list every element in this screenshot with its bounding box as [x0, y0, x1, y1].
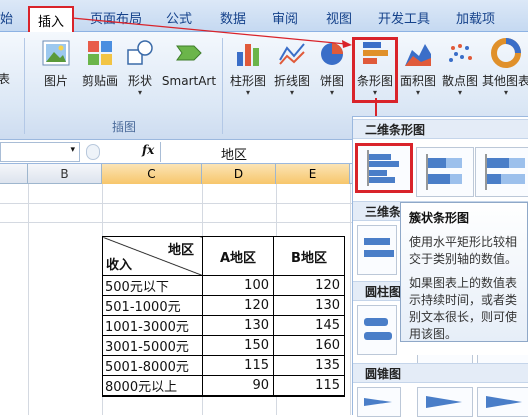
3d-clustered-bar-option[interactable] — [357, 225, 397, 275]
clustered-bar-option[interactable] — [355, 143, 413, 193]
cone-stacked-icon — [426, 396, 462, 408]
formula-bar-handle[interactable] — [86, 144, 100, 160]
column-header-e[interactable]: E — [276, 164, 350, 184]
tooltip-description: 使用水平矩形比较相交于类别轴的数值。 — [409, 235, 518, 266]
table-row: 3001-5000元 150 160 — [102, 335, 345, 356]
grid-line — [0, 203, 352, 204]
section-cone: 圆锥图 — [353, 363, 528, 383]
grid-line — [0, 222, 352, 223]
row-label[interactable]: 8000元以上 — [102, 375, 203, 397]
header-col-b[interactable]: B地区 — [273, 236, 345, 276]
cell-b[interactable]: 135 — [273, 355, 345, 376]
column-header-c[interactable]: C — [102, 164, 202, 184]
chevron-down-icon: ▾ — [70, 145, 75, 155]
table-row: 8000元以上 90 115 — [102, 375, 345, 397]
cell-b[interactable]: 145 — [273, 315, 345, 336]
header-col-a[interactable]: A地区 — [202, 236, 274, 276]
row-label[interactable]: 5001-8000元 — [102, 355, 203, 376]
cell-b[interactable]: 120 — [273, 275, 345, 296]
table-row: 500元以下 100 120 — [102, 275, 345, 296]
cell-b[interactable]: 160 — [273, 335, 345, 356]
grid-line — [350, 184, 351, 415]
tooltip-title: 簇状条形图 — [409, 211, 470, 225]
row-label[interactable]: 501-1000元 — [102, 295, 203, 316]
income-region-table: 地区 收入 A地区 B地区 500元以下 100 120 501-1000元 120 1… — [102, 236, 345, 397]
insert-function-button[interactable]: fx — [142, 143, 154, 157]
grid-line — [28, 184, 29, 415]
chart-type-tooltip: 簇状条形图 使用水平矩形比较相交于类别轴的数值。 如果图表上的数值表示持续时间，… — [400, 202, 528, 342]
clustered-bar-icon — [367, 150, 399, 186]
cell-a[interactable]: 120 — [202, 295, 274, 316]
header-top-label: 地区 — [167, 243, 194, 258]
formula-value: 地区 — [221, 148, 248, 163]
cell-a[interactable]: 90 — [202, 375, 274, 397]
formula-bar: ▾ fx 地区 — [0, 140, 360, 164]
cylinder-bar-option[interactable] — [357, 305, 397, 355]
row-label[interactable]: 3001-5000元 — [102, 335, 203, 356]
header-diagonal-cell[interactable]: 地区 收入 — [102, 236, 203, 276]
table-row: 501-1000元 120 130 — [102, 295, 345, 316]
table-header-row: 地区 收入 A地区 B地区 — [102, 236, 345, 276]
cell-b[interactable]: 115 — [273, 375, 345, 397]
table-row: 5001-8000元 115 135 — [102, 355, 345, 376]
name-box[interactable]: ▾ — [0, 142, 80, 162]
cell-a[interactable]: 130 — [202, 315, 274, 336]
stacked-bar-option[interactable] — [416, 147, 474, 197]
cylinder-bar-icon — [364, 318, 392, 340]
stacked-bar-icon — [426, 154, 462, 190]
row-label[interactable]: 1001-3000元 — [102, 315, 203, 336]
table-row: 1001-3000元 130 145 — [102, 315, 345, 336]
cone-bar-icon — [364, 398, 392, 406]
3d-bar-icon — [364, 238, 394, 257]
cone-bar-option[interactable] — [357, 387, 401, 417]
column-header-b[interactable]: B — [28, 164, 102, 184]
column-header-d[interactable]: D — [202, 164, 276, 184]
percent-stacked-bar-icon — [485, 154, 525, 190]
cone-stacked-option[interactable] — [417, 387, 473, 417]
cell-a[interactable]: 115 — [202, 355, 274, 376]
tooltip-usage: 如果图表上的数值表示持续时间，或者类别文本很长，则可使用该图。 — [409, 276, 518, 341]
column-header-row: B C D E — [0, 164, 352, 184]
formula-input[interactable]: 地区 — [160, 142, 360, 163]
cell-b[interactable]: 130 — [273, 295, 345, 316]
section-2d-bar: 二维条形图 — [353, 119, 528, 139]
percent-stacked-bar-option[interactable] — [475, 147, 528, 197]
cone-percent-option[interactable] — [477, 387, 528, 417]
header-bottom-label: 收入 — [106, 258, 133, 273]
cell-a[interactable]: 150 — [202, 335, 274, 356]
column-header-stub[interactable] — [0, 164, 28, 184]
row-label[interactable]: 500元以下 — [102, 275, 203, 296]
cone-percent-icon — [486, 396, 522, 408]
cell-a[interactable]: 100 — [202, 275, 274, 296]
